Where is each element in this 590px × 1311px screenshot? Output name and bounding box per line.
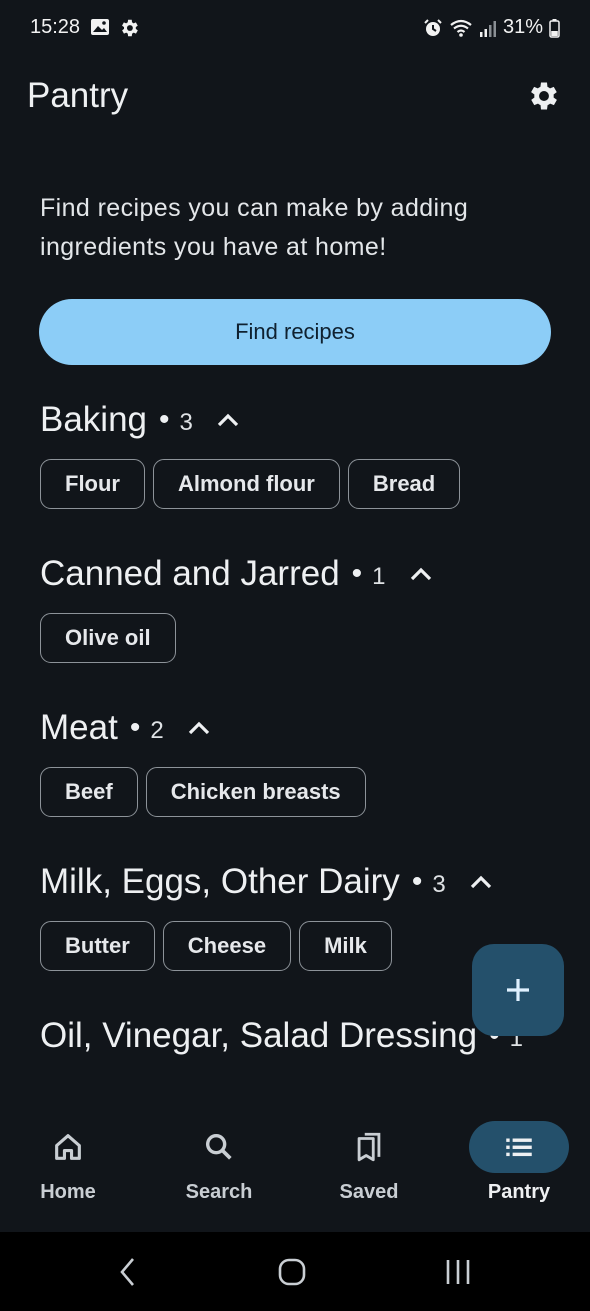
nav-label: Home bbox=[40, 1181, 96, 1203]
recent-apps-icon bbox=[446, 1260, 470, 1284]
home-circle-icon bbox=[278, 1258, 306, 1286]
chevron-up-icon bbox=[188, 721, 209, 735]
search-icon bbox=[205, 1133, 232, 1160]
category-baking: Baking • 3 Flour Almond flour Bread bbox=[40, 397, 461, 509]
wifi-icon bbox=[450, 19, 472, 37]
ingredient-chips: Olive oil bbox=[40, 613, 434, 663]
category-name: Baking bbox=[40, 400, 148, 439]
chevron-up-icon bbox=[410, 567, 431, 581]
ingredient-chip[interactable]: Olive oil bbox=[40, 613, 176, 663]
nav-label: Search bbox=[185, 1181, 253, 1203]
ingredient-chip[interactable]: Cheese bbox=[162, 921, 292, 971]
status-left-icons bbox=[90, 17, 140, 39]
category-count: 3 bbox=[432, 871, 446, 898]
ingredient-chip[interactable]: Chicken breasts bbox=[145, 767, 366, 817]
category-dot: • bbox=[129, 711, 141, 744]
category-count: 2 bbox=[150, 717, 164, 744]
category-count: 1 bbox=[372, 563, 386, 590]
ingredient-chip[interactable]: Butter bbox=[40, 921, 155, 971]
image-icon bbox=[91, 19, 109, 35]
collapse-toggle[interactable] bbox=[468, 869, 494, 895]
bookmarks-icon bbox=[357, 1132, 381, 1162]
nav-item-pantry[interactable]: Pantry bbox=[445, 1105, 590, 1232]
chevron-up-icon bbox=[470, 875, 491, 889]
category-name: Canned and Jarred bbox=[40, 554, 340, 593]
nav-item-search[interactable]: Search bbox=[145, 1105, 293, 1232]
ingredient-chips: Flour Almond flour Bread bbox=[40, 459, 461, 509]
ingredient-chip[interactable]: Milk bbox=[299, 921, 392, 971]
category-count: 3 bbox=[179, 409, 193, 436]
gear-status-icon bbox=[122, 19, 138, 37]
add-ingredient-fab[interactable] bbox=[472, 944, 564, 1036]
nav-item-saved[interactable]: Saved bbox=[295, 1105, 443, 1232]
intro-text: Find recipes you can make by adding ingr… bbox=[40, 194, 469, 261]
home-system-button[interactable] bbox=[272, 1252, 312, 1292]
plus-icon bbox=[507, 979, 529, 1001]
category-canned-and-jarred: Canned and Jarred • 1 Olive oil bbox=[40, 551, 434, 663]
category-dot: • bbox=[351, 557, 363, 590]
back-icon bbox=[120, 1258, 134, 1286]
ingredient-chips: Beef Chicken breasts bbox=[40, 767, 366, 817]
battery-percent: 31% bbox=[502, 16, 543, 38]
back-button[interactable] bbox=[108, 1252, 148, 1292]
battery-icon bbox=[549, 18, 560, 38]
ingredient-chips: Butter Cheese Milk bbox=[40, 921, 494, 971]
settings-button[interactable] bbox=[524, 76, 564, 116]
signal-icon bbox=[479, 20, 496, 37]
find-recipes-button[interactable]: Find recipes bbox=[39, 299, 551, 365]
status-bar: 15:28 31% bbox=[0, 0, 590, 56]
ingredient-chip[interactable]: Almond flour bbox=[153, 459, 340, 509]
ingredient-chip[interactable]: Flour bbox=[40, 459, 145, 509]
gear-icon bbox=[531, 82, 557, 110]
list-icon bbox=[506, 1138, 532, 1157]
category-milk-eggs-dairy: Milk, Eggs, Other Dairy • 3 Butter Chees… bbox=[40, 859, 494, 971]
nav-item-home[interactable]: Home bbox=[0, 1105, 142, 1232]
status-right: 31% bbox=[423, 16, 560, 39]
collapse-toggle[interactable] bbox=[186, 715, 212, 741]
nav-label: Saved bbox=[339, 1181, 399, 1203]
category-meat: Meat • 2 Beef Chicken breasts bbox=[40, 705, 366, 817]
alarm-icon bbox=[424, 18, 442, 36]
chevron-up-icon bbox=[217, 413, 239, 427]
system-navigation-bar bbox=[0, 1232, 590, 1311]
category-dot: • bbox=[411, 865, 423, 898]
home-icon bbox=[55, 1134, 81, 1160]
status-time: 15:28 bbox=[30, 16, 81, 38]
nav-label: Pantry bbox=[487, 1181, 551, 1203]
category-name: Oil, Vinegar, Salad Dressing bbox=[40, 1016, 478, 1055]
page-title: Pantry bbox=[27, 76, 129, 115]
ingredient-chip[interactable]: Beef bbox=[40, 767, 138, 817]
bottom-navigation: Home Search Saved Pantry bbox=[0, 1105, 590, 1232]
category-name: Milk, Eggs, Other Dairy bbox=[40, 862, 400, 901]
recent-apps-button[interactable] bbox=[438, 1252, 478, 1292]
collapse-toggle[interactable] bbox=[215, 407, 241, 433]
category-dot: • bbox=[159, 403, 170, 436]
collapse-toggle[interactable] bbox=[408, 561, 434, 587]
category-name: Meat bbox=[40, 708, 118, 747]
ingredient-chip[interactable]: Bread bbox=[347, 459, 461, 509]
